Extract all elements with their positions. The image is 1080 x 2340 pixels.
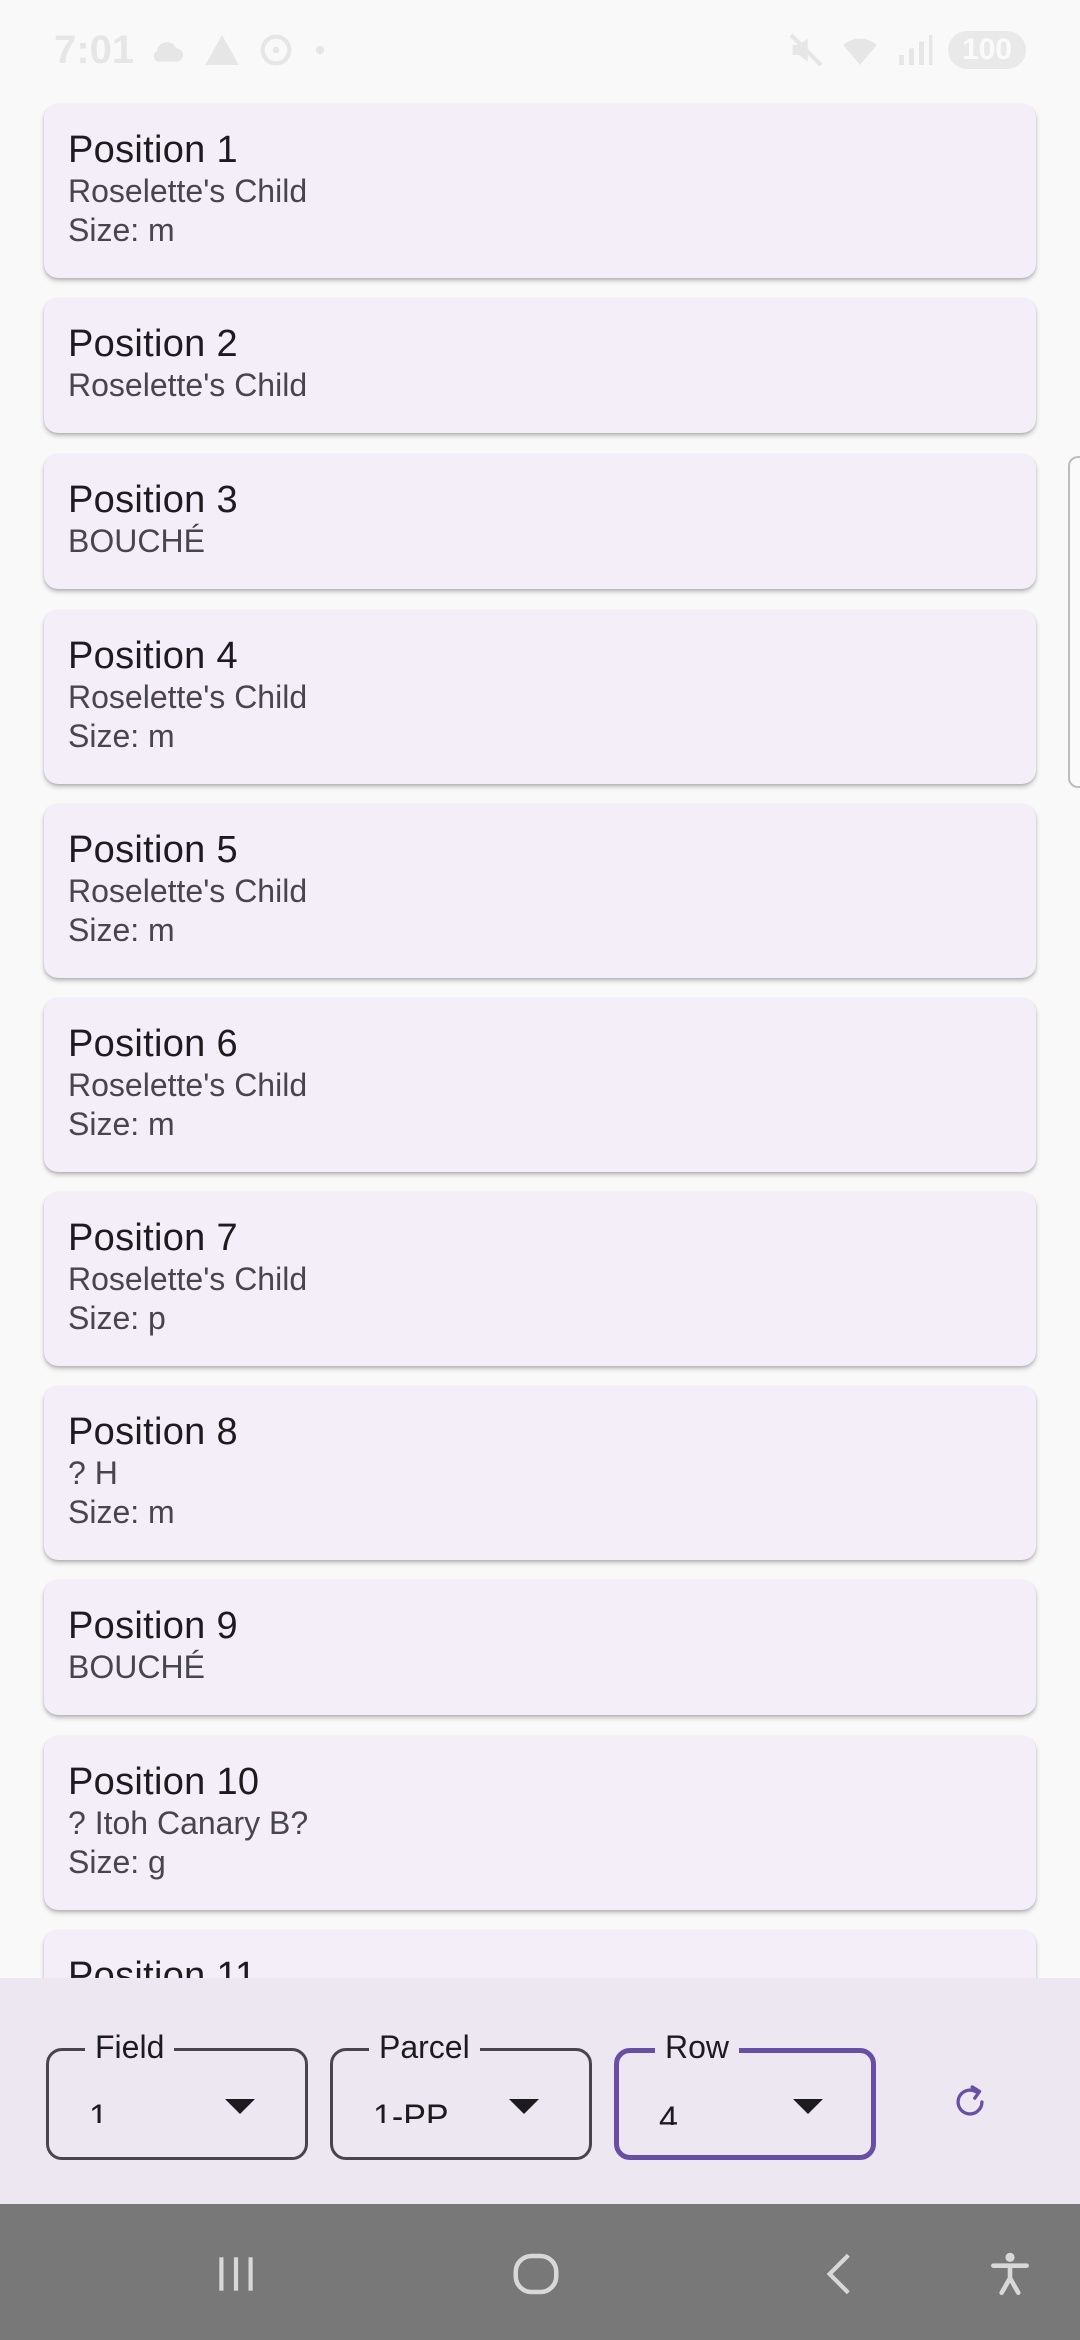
position-size: Size: g	[68, 1844, 166, 1880]
parcel-dropdown-label: Parcel	[369, 2029, 480, 2065]
parcel-dropdown[interactable]: Parcel 1-PP	[330, 2029, 592, 2160]
home-icon	[513, 2253, 559, 2295]
position-title: Position 8	[68, 1411, 238, 1453]
app-screen: 7:01 100 Position 1 Roselette's Child Size…	[0, 0, 1080, 2340]
field-dropdown-value: 1	[89, 2098, 108, 2123]
refresh-icon	[956, 2085, 984, 2116]
field-dropdown-label: Field	[85, 2029, 175, 2065]
position-title: Position 6	[68, 1023, 238, 1065]
position-title: Position 10	[68, 1761, 260, 1803]
status-time: 7:01	[54, 27, 135, 72]
position-variety: Roselette's Child	[68, 1067, 308, 1103]
chevron-down-icon	[509, 2099, 539, 2114]
position-size: Size: m	[68, 912, 175, 948]
wifi-icon	[843, 38, 877, 65]
cloud-icon	[153, 42, 184, 62]
position-variety: Roselette's Child	[68, 367, 308, 403]
position-card[interactable]: Position 4 Roselette's Child Size: m	[44, 610, 1036, 784]
position-card[interactable]: Position 7 Roselette's Child Size: p	[44, 1192, 1036, 1366]
status-right: 100	[786, 30, 1026, 70]
position-size: Size: p	[68, 1300, 166, 1336]
field-dropdown[interactable]: Field 1	[46, 2029, 308, 2160]
pinwheel-icon	[260, 34, 292, 66]
position-variety: BOUCHÉ	[68, 1649, 205, 1685]
position-title: Position 7	[68, 1217, 238, 1259]
position-card[interactable]: Position 6 Roselette's Child Size: m	[44, 998, 1036, 1172]
position-size: Size: m	[68, 212, 175, 248]
position-card[interactable]: Position 8? H Size: m	[44, 1386, 1036, 1560]
position-size: Size: m	[68, 718, 175, 754]
position-variety: ? Itoh Canary B?	[68, 1805, 309, 1841]
warning-icon	[205, 35, 239, 65]
position-card[interactable]: Position 9 BOUCHÉ	[44, 1580, 1036, 1715]
position-title: Position 2	[68, 323, 238, 365]
home-button[interactable]	[496, 2234, 576, 2314]
position-variety: Roselette's Child	[68, 173, 308, 209]
position-variety: Roselette's Child	[68, 1261, 308, 1297]
position-card[interactable]: Position 5 Roselette's Child Size: m	[44, 804, 1036, 978]
row-dropdown-value: 4	[659, 2100, 678, 2125]
status-left: 7:01	[54, 28, 330, 73]
accessibility-button[interactable]	[970, 2234, 1050, 2314]
position-card[interactable]: Position 1 Roselette's Child Size: m	[44, 104, 1036, 278]
mute-icon	[789, 33, 823, 67]
position-variety: BOUCHÉ	[68, 523, 205, 559]
position-variety: Roselette's Child	[68, 873, 308, 909]
row-dropdown-label: Row	[655, 2029, 740, 2065]
back-icon	[826, 2253, 850, 2295]
recents-icon	[219, 2257, 253, 2291]
position-title: Position 3	[68, 479, 238, 521]
chevron-down-icon	[793, 2099, 823, 2114]
position-size: Size: m	[68, 1494, 175, 1530]
position-title: Position 1	[68, 129, 238, 171]
recents-button[interactable]	[196, 2234, 276, 2314]
chevron-down-icon	[225, 2099, 255, 2114]
position-variety: ? H	[68, 1455, 118, 1491]
filter-bar: Field 1 Parcel 1-PP Row 4	[0, 1978, 1080, 2204]
accessibility-icon	[991, 2252, 1029, 2296]
scroll-indicator[interactable]	[1068, 456, 1080, 788]
position-size: Size: m	[68, 1106, 175, 1142]
refresh-button[interactable]	[942, 2074, 998, 2130]
back-button[interactable]	[800, 2234, 880, 2314]
parcel-dropdown-value: 1-PP	[373, 2098, 449, 2123]
signal-icon	[898, 35, 933, 65]
position-variety: Roselette's Child	[68, 679, 308, 715]
position-card[interactable]: Position 3 BOUCHÉ	[44, 454, 1036, 589]
dot-icon	[315, 45, 325, 55]
row-dropdown[interactable]: Row 4	[614, 2029, 876, 2160]
position-title: Position 9	[68, 1605, 238, 1647]
position-card[interactable]: Position 10? Itoh Canary B? Size: g	[44, 1736, 1036, 1910]
battery-indicator: 100	[947, 31, 1026, 69]
position-title: Position 5	[68, 829, 238, 871]
position-card[interactable]: Position 2 Roselette's Child	[44, 298, 1036, 433]
system-navigation-bar	[0, 2204, 1080, 2340]
position-title: Position 4	[68, 635, 238, 677]
status-bar: 7:01 100	[0, 0, 1080, 100]
